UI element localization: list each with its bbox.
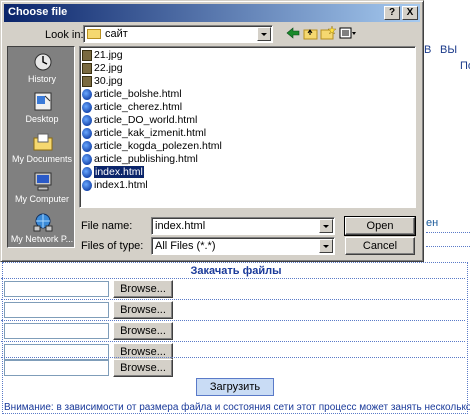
- chevron-down-icon[interactable]: [319, 239, 333, 253]
- files-of-type-label: Files of type:: [81, 240, 144, 252]
- file-name: 30.jpg: [94, 75, 123, 87]
- list-item[interactable]: article_cherez.html: [82, 101, 182, 114]
- browse-button[interactable]: Browse...: [113, 301, 173, 319]
- file-name-label: File name:: [81, 220, 133, 232]
- file-name: article_bolshe.html: [94, 88, 182, 100]
- open-button[interactable]: Open: [344, 216, 416, 236]
- image-file-icon: [82, 75, 92, 87]
- place-label: My Network P...: [10, 234, 74, 244]
- file-list[interactable]: 21.jpg 22.jpg 30.jpg article_bolshe.html…: [79, 46, 416, 208]
- browse-button[interactable]: Browse...: [113, 280, 173, 298]
- html-file-icon: [82, 114, 92, 126]
- file-name: index.html: [93, 165, 145, 179]
- browse-button[interactable]: Browse...: [113, 359, 173, 377]
- chevron-down-icon[interactable]: [319, 219, 333, 233]
- place-label: Desktop: [25, 114, 59, 124]
- files-of-type-value: All Files (*.*): [155, 240, 216, 252]
- file-name: article_DO_world.html: [94, 114, 198, 126]
- list-item[interactable]: index1.html: [82, 179, 148, 192]
- my-documents-icon: [33, 133, 53, 151]
- divider: [426, 246, 470, 247]
- upload-file-input[interactable]: [4, 302, 109, 318]
- upload-file-input[interactable]: [4, 360, 109, 376]
- cancel-button[interactable]: Cancel: [345, 237, 415, 255]
- upload-file-input[interactable]: [4, 323, 109, 339]
- file-name: article_cherez.html: [94, 101, 183, 113]
- dialog-title: Choose file: [8, 6, 68, 18]
- html-file-icon: [82, 88, 92, 100]
- place-label: My Documents: [11, 154, 73, 164]
- choose-file-dialog: Choose file ? X Look in: сайт History De…: [0, 0, 424, 262]
- file-name: article_kogda_polezen.html: [94, 140, 222, 152]
- toolbar-text-1[interactable]: В: [424, 44, 431, 56]
- files-of-type-select[interactable]: All Files (*.*): [151, 237, 335, 255]
- place-label: My Computer: [14, 194, 69, 204]
- upload-title: Закачать файлы: [190, 265, 282, 277]
- list-item[interactable]: article_kogda_polezen.html: [82, 140, 222, 153]
- file-name-value: index.html: [155, 220, 206, 232]
- back-arrow-icon[interactable]: [285, 26, 301, 42]
- browse-button[interactable]: Browse...: [113, 322, 173, 340]
- look-in-value: сайт: [105, 28, 128, 40]
- toolbar-text-3[interactable]: По: [460, 60, 470, 72]
- my-computer-icon: [34, 172, 52, 191]
- file-name: 22.jpg: [94, 62, 123, 74]
- upload-file-input[interactable]: [4, 281, 109, 297]
- file-name: 21.jpg: [94, 49, 123, 61]
- upload-submit-button[interactable]: Загрузить: [196, 378, 274, 396]
- dialog-titlebar[interactable]: Choose file ? X: [4, 4, 420, 22]
- html-file-icon: [82, 127, 92, 139]
- places-bar: History Desktop My Documents My Computer…: [7, 46, 75, 248]
- image-file-icon: [82, 49, 92, 61]
- up-folder-icon[interactable]: [303, 26, 319, 42]
- help-button[interactable]: ?: [384, 6, 400, 20]
- file-name-field[interactable]: index.html: [151, 217, 335, 235]
- file-name: article_kak_izmenit.html: [94, 127, 207, 139]
- file-name: article_publishing.html: [94, 153, 198, 165]
- place-desktop[interactable]: Desktop: [8, 89, 76, 129]
- upload-row: Browse...: [1, 299, 465, 319]
- place-my-documents[interactable]: My Documents: [8, 129, 76, 169]
- upload-row: Browse...: [1, 357, 465, 377]
- list-item[interactable]: article_publishing.html: [82, 153, 198, 166]
- network-places-icon: [33, 213, 53, 232]
- history-icon: [34, 53, 52, 71]
- divider: [426, 232, 470, 233]
- html-file-icon: [82, 140, 92, 152]
- list-item[interactable]: article_bolshe.html: [82, 88, 182, 101]
- html-file-icon: [82, 101, 92, 113]
- upload-row: Browse...: [1, 320, 465, 340]
- list-item-selected[interactable]: index.html: [82, 165, 145, 179]
- view-menu-icon[interactable]: [338, 26, 358, 42]
- new-folder-icon[interactable]: [320, 25, 337, 42]
- list-item[interactable]: 21.jpg: [82, 49, 123, 62]
- html-file-icon: [82, 153, 92, 165]
- list-item[interactable]: article_kak_izmenit.html: [82, 127, 206, 140]
- html-file-icon: [82, 179, 92, 191]
- place-label: History: [27, 74, 56, 84]
- html-file-icon: [82, 166, 92, 178]
- upload-note: Внимание: в зависимости от размера файла…: [4, 402, 470, 413]
- list-item[interactable]: 30.jpg: [82, 75, 123, 88]
- chevron-down-icon[interactable]: [257, 27, 271, 41]
- image-file-icon: [82, 62, 92, 74]
- desktop-icon: [34, 92, 52, 111]
- place-history[interactable]: History: [8, 49, 76, 89]
- side-text: ен: [426, 217, 439, 229]
- folder-icon: [87, 29, 101, 39]
- place-my-computer[interactable]: My Computer: [8, 169, 76, 209]
- toolbar-text-2[interactable]: ВЫ: [440, 44, 457, 56]
- list-item[interactable]: article_DO_world.html: [82, 114, 197, 127]
- look-in-select[interactable]: сайт: [83, 25, 273, 43]
- close-button[interactable]: X: [402, 6, 418, 20]
- place-network[interactable]: My Network P...: [8, 209, 76, 249]
- background-toolbar: В ВЫ По: [424, 40, 470, 72]
- list-item[interactable]: 22.jpg: [82, 62, 123, 75]
- file-name: index1.html: [94, 179, 148, 191]
- upload-row: Browse...: [1, 278, 465, 298]
- look-in-label: Look in:: [45, 29, 84, 41]
